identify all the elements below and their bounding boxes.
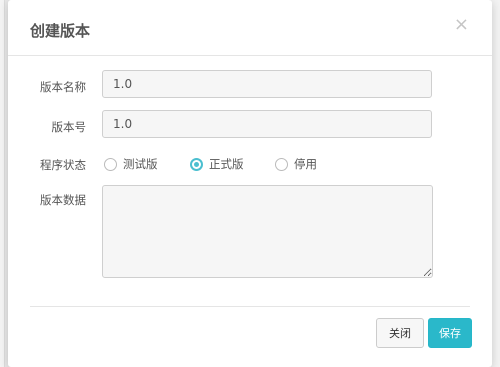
status-option-release-label: 正式版 [209,157,244,171]
dialog-title: 创建版本 [30,22,91,40]
program-status-label: 程序状态 [40,158,86,172]
version-data-textarea[interactable] [102,185,433,278]
status-radio-test[interactable]: 测试版 [104,156,158,172]
dialog-header: 创建版本 × [8,0,492,56]
close-button[interactable]: 关闭 [376,318,424,348]
status-radio-disabled[interactable]: 停用 [275,156,317,172]
version-data-label: 版本数据 [40,193,86,207]
backdrop-left-edge [0,0,5,367]
radio-circle-icon [275,157,288,171]
version-name-input[interactable] [102,70,432,98]
close-icon[interactable]: × [454,16,469,34]
status-option-test-label: 测试版 [123,157,158,171]
version-name-label: 版本名称 [40,80,86,94]
footer-divider [30,306,470,307]
status-radio-release[interactable]: 正式版 [190,156,244,172]
radio-checked-icon [190,157,203,171]
version-number-label: 版本号 [51,120,87,134]
status-option-disabled-label: 停用 [294,157,317,171]
version-number-input[interactable] [102,110,432,138]
save-button[interactable]: 保存 [428,318,472,348]
radio-circle-icon [104,157,117,171]
create-version-dialog: 创建版本 × 版本名称 版本号 程序状态 测试版 正式版 停用 [8,0,492,367]
